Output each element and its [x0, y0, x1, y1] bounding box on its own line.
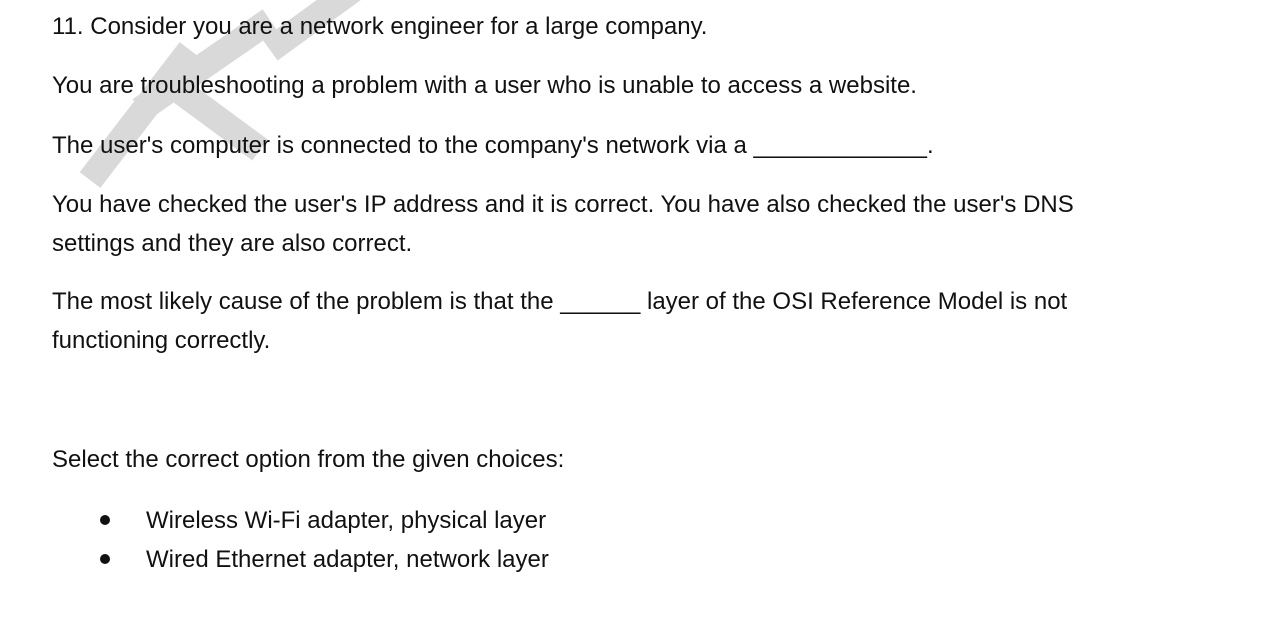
choice-item[interactable]: Wired Ethernet adapter, network layer	[100, 545, 549, 575]
question-paragraph-4-line-2: functioning correctly.	[52, 327, 271, 354]
choice-item[interactable]: Wireless Wi-Fi adapter, physical layer	[100, 506, 546, 536]
choice-label: Wireless Wi-Fi adapter, physical layer	[146, 507, 547, 534]
bullet-icon	[100, 514, 110, 525]
question-paragraph-3-line-1: You have checked the user's IP address a…	[52, 191, 1074, 218]
question-paragraph-1: You are troubleshooting a problem with a…	[52, 72, 917, 99]
bullet-icon	[100, 553, 110, 564]
question-title: 11. Consider you are a network engineer …	[52, 13, 708, 40]
choice-label: Wired Ethernet adapter, network layer	[146, 546, 549, 573]
question-paragraph-3-line-2: settings and they are also correct.	[52, 230, 413, 257]
question-paragraph-4-line-1: The most likely cause of the problem is …	[52, 288, 1068, 315]
question-paragraph-2: The user's computer is connected to the …	[52, 132, 934, 159]
choices-prompt: Select the correct option from the given…	[52, 446, 565, 473]
